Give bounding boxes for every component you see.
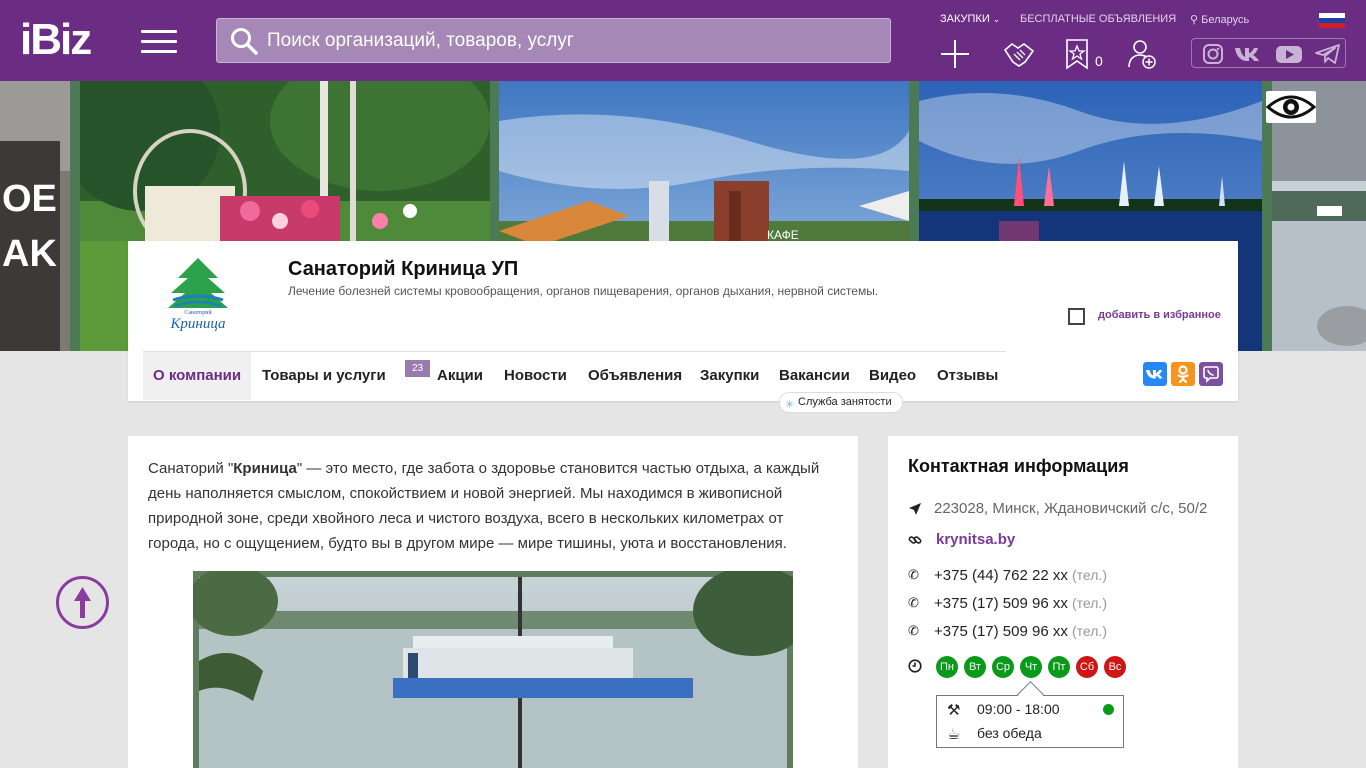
logo-caption: Санаторий: [184, 309, 212, 316]
open-status-indicator: [1103, 704, 1114, 715]
phone-icon: ✆: [908, 567, 919, 582]
phone-entry: +375 (44) 762 22 xx (тел.): [934, 567, 1107, 584]
about-text-start: Санаторий ": [148, 460, 234, 477]
handshake-icon[interactable]: [1003, 38, 1035, 70]
banner-photo: OE AK: [0, 81, 70, 351]
clock-icon: [908, 659, 922, 673]
chevron-down-icon: ⌄: [992, 14, 1001, 24]
favorite-checkbox[interactable]: [1068, 308, 1085, 325]
company-name: Санаторий Криница УП: [288, 258, 519, 280]
region-label: Беларусь: [1201, 14, 1250, 26]
address-text: 223028, Минск, Ждановичский с/с, 50/2: [934, 500, 1208, 517]
company-logo: Санаторий Криница: [168, 258, 228, 332]
employment-service-label: Служба занятости: [798, 396, 892, 408]
social-links: [1191, 38, 1346, 68]
eye-icon[interactable]: [1265, 91, 1317, 123]
tab-news[interactable]: Новости: [504, 352, 567, 400]
website-link[interactable]: krynitsa.by: [936, 531, 1015, 548]
phone-number[interactable]: +375 (44) 762 22 xx: [934, 567, 1068, 584]
language-flag-icon[interactable]: [1319, 13, 1345, 28]
phone-icon: ✆: [908, 623, 919, 638]
region-selector[interactable]: ⚲ Беларусь: [1190, 13, 1249, 26]
contacts-title: Контактная информация: [908, 456, 1129, 476]
location-arrow-icon: [909, 503, 921, 515]
instagram-icon[interactable]: [1202, 43, 1224, 65]
phone-type: (тел.): [1072, 567, 1107, 583]
phone-icon: ✆: [908, 595, 919, 610]
weekday-thursday[interactable]: Чт: [1020, 656, 1042, 678]
phone-entry: +375 (17) 509 96 xx (тел.): [934, 595, 1107, 612]
youtube-icon[interactable]: [1275, 43, 1303, 65]
view-icon: [1265, 95, 1317, 119]
lunch-text: без обеда: [977, 725, 1042, 741]
tab-ads[interactable]: Объявления: [588, 352, 682, 400]
lake-boat-photo: [193, 571, 793, 768]
flower-icon: ✳: [785, 399, 795, 411]
products-count-badge: 23: [405, 360, 430, 377]
ok-share-icon[interactable]: [1171, 362, 1195, 386]
phone-type: (тел.): [1072, 595, 1107, 611]
work-hours: 09:00 - 18:00: [977, 701, 1060, 717]
site-logo[interactable]: iBiz: [20, 18, 92, 62]
phone-type: (тел.): [1072, 623, 1107, 639]
tab-products[interactable]: Товары и услуги: [262, 352, 386, 400]
phone-entry: +375 (17) 509 96 xx (тел.): [934, 623, 1107, 640]
svg-text:КАФЕ: КАФЕ: [767, 228, 799, 242]
contacts-panel: Контактная информация 223028, Минск, Жда…: [888, 436, 1238, 768]
arrow-up-icon: [74, 587, 91, 618]
tab-promotions[interactable]: Акции: [437, 352, 483, 400]
svg-text:AK: AK: [2, 233, 57, 275]
weekday-friday[interactable]: Пт: [1048, 656, 1070, 678]
about-text: Санаторий "Криница" — это место, где заб…: [148, 456, 838, 556]
vk-icon[interactable]: [1234, 43, 1264, 65]
add-favorite-link[interactable]: добавить в избранное: [1098, 309, 1221, 321]
search-input[interactable]: [267, 19, 877, 62]
menu-icon[interactable]: [141, 30, 177, 54]
weekday-tuesday[interactable]: Вт: [964, 656, 986, 678]
scroll-up-button[interactable]: [56, 576, 109, 629]
free-ads-link[interactable]: БЕСПЛАТНЫЕ ОБЪЯВЛЕНИЯ: [1020, 13, 1176, 25]
employment-service-link[interactable]: ✳ Служба занятости: [779, 392, 903, 413]
add-icon[interactable]: [939, 38, 971, 70]
weekday-wednesday[interactable]: Ср: [992, 656, 1014, 678]
coffee-cup-icon: ☕: [947, 726, 961, 743]
add-user-icon[interactable]: [1126, 38, 1158, 70]
logo-text: Криница: [169, 316, 225, 332]
viber-share-icon[interactable]: [1199, 362, 1223, 386]
about-section: Санаторий "Криница" — это место, где заб…: [128, 436, 858, 768]
vk-share-icon[interactable]: [1143, 362, 1167, 386]
svg-text:OE: OE: [2, 178, 57, 220]
telegram-icon[interactable]: [1315, 43, 1341, 65]
purchases-label: ЗАКУПКИ: [940, 13, 990, 25]
search-icon[interactable]: [230, 27, 258, 55]
about-text-bold: Криница: [233, 460, 297, 477]
company-description: Лечение болезней системы кровообращения,…: [288, 284, 879, 298]
weekday-monday[interactable]: Пн: [936, 656, 958, 678]
tab-reviews[interactable]: Отзывы: [937, 352, 998, 400]
top-bar: iBiz ЗАКУПКИ ⌄ БЕСПЛАТНЫЕ ОБЪЯВЛЕНИЯ ⚲ Б…: [0, 0, 1366, 81]
phone-number[interactable]: +375 (17) 509 96 xx: [934, 595, 1068, 612]
company-card: Санаторий Криница Санаторий Криница УП Л…: [128, 241, 1238, 413]
tools-icon: ⚒: [947, 702, 961, 719]
tab-purchases[interactable]: Закупки: [700, 352, 759, 400]
search-box[interactable]: [216, 18, 891, 63]
purchases-link[interactable]: ЗАКУПКИ ⌄: [940, 13, 1000, 25]
weekday-sunday[interactable]: Вс: [1104, 656, 1126, 678]
weekday-saturday[interactable]: Сб: [1076, 656, 1098, 678]
hours-popup: ⚒ 09:00 - 18:00 ☕ без обеда: [936, 695, 1124, 748]
link-icon: [908, 536, 922, 544]
phone-number[interactable]: +375 (17) 509 96 xx: [934, 623, 1068, 640]
tab-about[interactable]: О компании: [143, 352, 252, 400]
favorites-count: 0: [1095, 53, 1103, 69]
location-pin-icon: ⚲: [1190, 14, 1199, 26]
favorites-star-icon[interactable]: [1062, 38, 1094, 70]
